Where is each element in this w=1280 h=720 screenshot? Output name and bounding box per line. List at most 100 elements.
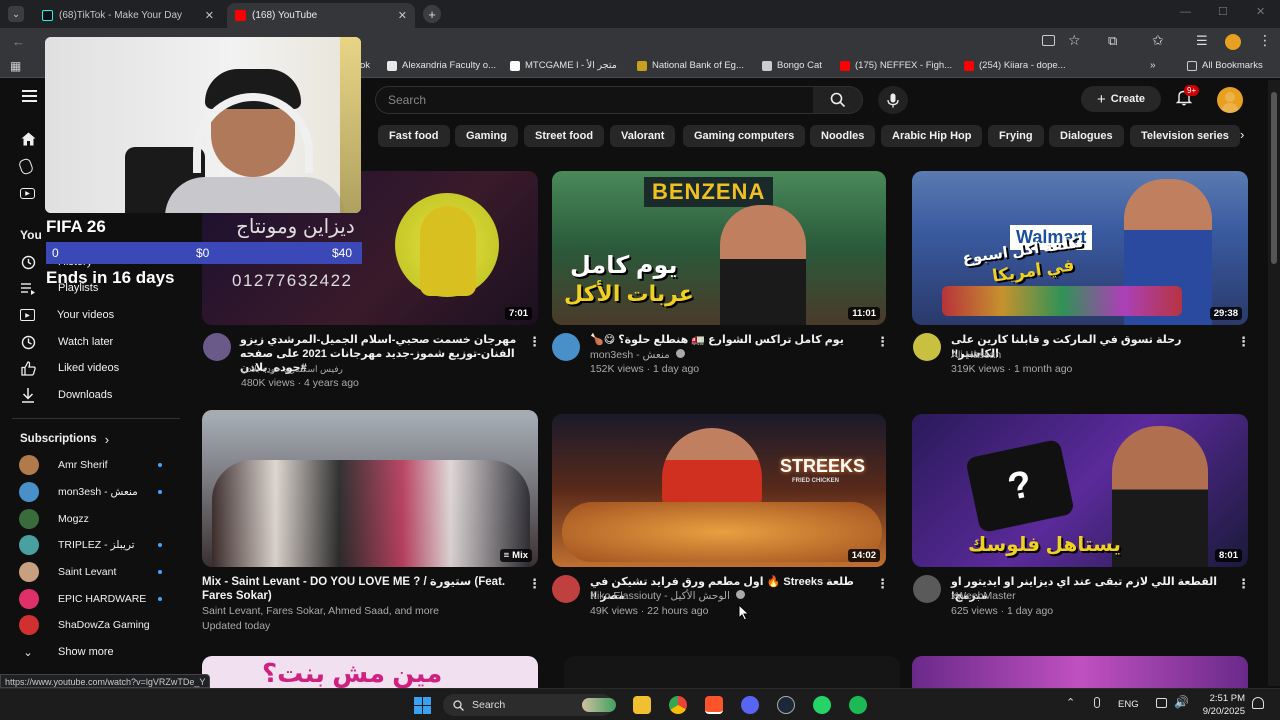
- whatsapp-icon[interactable]: [813, 696, 831, 714]
- sidebar-liked-videos[interactable]: Liked videos: [20, 356, 119, 380]
- subscription-item[interactable]: Saint Levant: [19, 561, 116, 583]
- channel-avatar[interactable]: [203, 333, 231, 361]
- chips-next-chevron-icon[interactable]: ›: [1240, 127, 1244, 142]
- video-channel[interactable]: xWeebMaster: [951, 589, 1016, 604]
- chip-gaming[interactable]: Gaming: [455, 125, 518, 147]
- chip-gaming-computers[interactable]: Gaming computers: [683, 125, 806, 147]
- start-windows-icon[interactable]: [414, 697, 431, 714]
- create-button[interactable]: + Create: [1081, 86, 1161, 112]
- sidebar-you[interactable]: You: [20, 223, 42, 247]
- taskbar-widget-icon[interactable]: [582, 698, 616, 712]
- steam-icon[interactable]: [777, 696, 795, 714]
- bookmark-star-icon[interactable]: ☆: [1068, 32, 1081, 49]
- bookmark-item[interactable]: Alexandria Faculty o...: [387, 60, 496, 71]
- sidebar-your-videos[interactable]: ▶ Your videos: [20, 303, 114, 327]
- favorites-icon[interactable]: ✩: [1152, 32, 1164, 49]
- sidebar-subscriptions-header[interactable]: Subscriptions ›: [20, 427, 109, 451]
- bookmark-item[interactable]: (254) Kiiara - dope...: [964, 60, 1066, 71]
- volume-icon[interactable]: 🔊: [1174, 695, 1189, 709]
- cast-icon[interactable]: [1042, 35, 1055, 46]
- channel-avatar[interactable]: [552, 575, 580, 603]
- video-channel[interactable]: رفيس اسكندريه حوده بلادن: [241, 362, 501, 377]
- sidebar-show-more[interactable]: ⌄ Show more: [20, 640, 113, 664]
- tab-youtube[interactable]: (168) YouTube ✕: [227, 3, 415, 28]
- window-minimize-icon[interactable]: —: [1180, 6, 1191, 18]
- subscription-item[interactable]: ShaDowZa Gaming: [19, 614, 150, 636]
- chip-fast-food[interactable]: Fast food: [378, 125, 450, 147]
- search-input[interactable]: Search: [375, 86, 815, 114]
- bookmark-item[interactable]: (175) NEFFEX - Figh...: [840, 60, 952, 71]
- video-channel[interactable]: Kiko Elassiouty - الوحش الأكيل: [590, 589, 745, 604]
- video-thumbnail[interactable]: ? يستاهل فلوسك 8:01: [912, 414, 1248, 567]
- sidebar-watch-later[interactable]: Watch later: [20, 330, 113, 354]
- spotify-icon[interactable]: [849, 696, 867, 714]
- account-avatar[interactable]: [1217, 87, 1243, 113]
- page-scrollbar[interactable]: [1268, 80, 1280, 686]
- chip-frying[interactable]: Frying: [988, 125, 1044, 147]
- profile-avatar[interactable]: [1225, 34, 1241, 50]
- video-channel[interactable]: Ali Hassan: [951, 348, 1001, 363]
- video-thumbnail[interactable]: [564, 656, 900, 688]
- voice-search-button[interactable]: [878, 86, 908, 114]
- video-options-icon[interactable]: ⋮: [528, 334, 541, 350]
- chip-valorant[interactable]: Valorant: [610, 125, 676, 147]
- video-thumbnail[interactable]: [912, 656, 1248, 688]
- video-thumbnail[interactable]: ≡ Mix: [202, 410, 538, 567]
- video-thumbnail[interactable]: STREEKS FRIED CHICKEN 14:02: [552, 414, 886, 567]
- video-options-icon[interactable]: ⋮: [876, 334, 889, 350]
- more-bookmarks-icon[interactable]: »: [1150, 60, 1156, 71]
- language-indicator[interactable]: ENG: [1118, 699, 1139, 710]
- bookmark-item[interactable]: MTCGAME l - متجر الأ: [510, 60, 617, 71]
- brave-icon[interactable]: [705, 696, 723, 714]
- microphone-tray-icon[interactable]: [1094, 697, 1100, 708]
- close-tab-icon[interactable]: ✕: [205, 9, 214, 22]
- video-title[interactable]: يوم كامل تراكس الشوارع 🚛 هنطلع حلوة؟ 😋🍗: [590, 333, 860, 347]
- apps-grid-icon[interactable]: ▦: [10, 59, 21, 73]
- video-title[interactable]: Mix - Saint Levant - DO YOU LOVE ME ? / …: [202, 575, 520, 603]
- file-explorer-icon[interactable]: [633, 696, 651, 714]
- channel-avatar[interactable]: [913, 575, 941, 603]
- video-options-icon[interactable]: ⋮: [1237, 334, 1250, 350]
- discord-icon[interactable]: [741, 696, 759, 714]
- channel-avatar[interactable]: [913, 333, 941, 361]
- network-icon[interactable]: [1156, 698, 1167, 708]
- notifications-button[interactable]: 9+: [1175, 85, 1200, 108]
- reading-list-icon[interactable]: ☰: [1196, 33, 1208, 49]
- tab-tiktok[interactable]: (68)TikTok - Make Your Day ✕: [34, 3, 222, 28]
- chrome-icon[interactable]: [669, 696, 687, 714]
- new-tab-button[interactable]: +: [423, 5, 441, 23]
- window-close-icon[interactable]: ✕: [1256, 5, 1265, 18]
- menu-hamburger-icon[interactable]: [22, 90, 37, 102]
- bookmark-item[interactable]: Bongo Cat: [762, 60, 822, 71]
- notification-bell-icon[interactable]: [1252, 697, 1264, 709]
- subscription-item[interactable]: EPIC HARDWARE: [19, 588, 146, 610]
- subscription-item[interactable]: Amr Sherif: [19, 454, 108, 476]
- window-maximize-icon[interactable]: ☐: [1218, 5, 1228, 18]
- chip-arabic-hip-hop[interactable]: Arabic Hip Hop: [881, 125, 983, 147]
- back-icon[interactable]: ←: [12, 34, 25, 49]
- tab-search-icon[interactable]: ⌄: [8, 6, 24, 22]
- close-tab-icon[interactable]: ✕: [398, 9, 407, 22]
- sidebar-downloads[interactable]: Downloads: [20, 383, 112, 407]
- video-options-icon[interactable]: ⋮: [1237, 576, 1250, 592]
- search-button[interactable]: [813, 86, 863, 114]
- extensions-icon[interactable]: ⧉: [1108, 33, 1117, 49]
- clock-date[interactable]: 9/20/2025: [1195, 706, 1245, 717]
- chip-noodles[interactable]: Noodles: [810, 125, 876, 147]
- video-thumbnail[interactable]: Walmart تكلفة اكل اسبوع في امريكا 29:38: [912, 171, 1248, 325]
- browser-menu-icon[interactable]: ⋮: [1258, 32, 1272, 49]
- channel-avatar[interactable]: [552, 333, 580, 361]
- video-options-icon[interactable]: ⋮: [876, 576, 889, 592]
- video-options-icon[interactable]: ⋮: [528, 576, 541, 592]
- subscription-item[interactable]: Mogzz: [19, 508, 89, 530]
- video-thumbnail[interactable]: مين مش بنت؟: [202, 656, 538, 688]
- subscription-item[interactable]: mon3esh - منعش: [19, 481, 138, 503]
- bookmark-item[interactable]: National Bank of Eg...: [637, 60, 744, 71]
- all-bookmarks[interactable]: All Bookmarks: [1187, 60, 1263, 71]
- chip-street-food[interactable]: Street food: [524, 125, 605, 147]
- chip-dialogues[interactable]: Dialogues: [1049, 125, 1124, 147]
- video-thumbnail[interactable]: BENZENA يوم كامل عربات الأكل 11:01: [552, 171, 886, 325]
- tray-chevron-up-icon[interactable]: ⌃: [1066, 696, 1075, 709]
- video-channel[interactable]: Saint Levant, Fares Sokar, Ahmed Saad, a…: [202, 604, 439, 619]
- clock-time[interactable]: 2:51 PM: [1205, 693, 1245, 704]
